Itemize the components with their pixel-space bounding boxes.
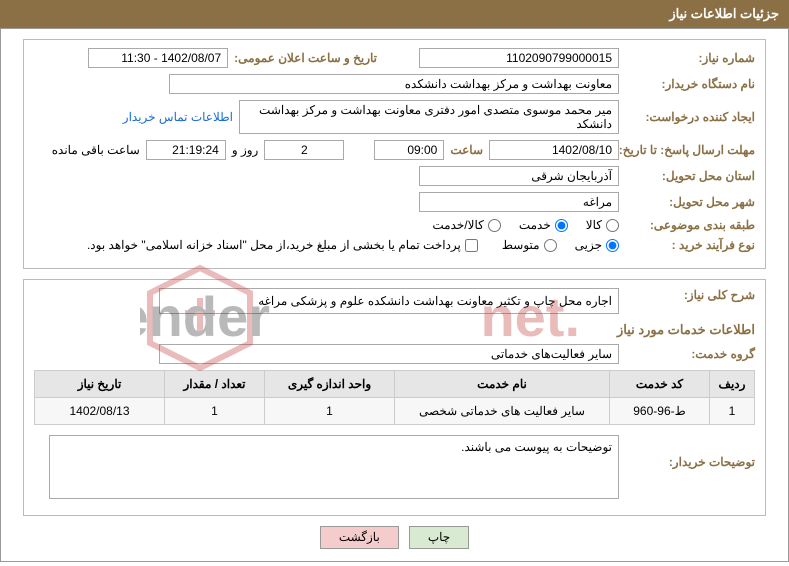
payment-checkbox[interactable]	[465, 239, 478, 252]
days-and-text: روز و	[232, 143, 259, 157]
cell-code: ط-96-960	[610, 398, 710, 425]
requester-field: میر محمد موسوی متصدی امور دفتری معاونت ب…	[239, 100, 619, 134]
cell-qty: 1	[165, 398, 265, 425]
radio-minor-input[interactable]	[606, 239, 619, 252]
print-button[interactable]: چاپ	[409, 526, 469, 549]
th-qty: تعداد / مقدار	[165, 371, 265, 398]
payment-checkbox-wrap[interactable]: پرداخت تمام یا بخشی از مبلغ خرید،از محل …	[87, 238, 478, 252]
services-title: اطلاعات خدمات مورد نیاز	[34, 322, 755, 338]
services-table: ردیف کد خدمت نام خدمت واحد اندازه گیری ت…	[34, 370, 755, 425]
deadline-label: مهلت ارسال پاسخ: تا تاریخ:	[625, 143, 755, 157]
radio-moderate-input[interactable]	[544, 239, 557, 252]
buyer-org-label: نام دستگاه خریدار:	[625, 77, 755, 91]
radio-goods-service-input[interactable]	[488, 219, 501, 232]
cell-name: سایر فعالیت های خدماتی شخصی	[395, 398, 610, 425]
city-field: مراغه	[419, 192, 619, 212]
radio-moderate[interactable]: متوسط	[502, 238, 557, 252]
th-unit: واحد اندازه گیری	[265, 371, 395, 398]
page-header: جزئیات اطلاعات نیاز	[0, 0, 789, 28]
pub-date-label: تاریخ و ساعت اعلان عمومی:	[234, 51, 377, 65]
th-date: تاریخ نیاز	[35, 371, 165, 398]
th-name: نام خدمت	[395, 371, 610, 398]
province-field: آذربایجان شرقی	[419, 166, 619, 186]
table-header-row: ردیف کد خدمت نام خدمت واحد اندازه گیری ت…	[35, 371, 755, 398]
cell-unit: 1	[265, 398, 395, 425]
explain-label: توضیحات خریدار:	[625, 435, 755, 469]
buyer-org-field: معاونت بهداشت و مرکز بهداشت دانشکده	[169, 74, 619, 94]
payment-note: پرداخت تمام یا بخشی از مبلغ خرید،از محل …	[87, 238, 461, 252]
th-row: ردیف	[710, 371, 755, 398]
need-no-label: شماره نیاز:	[625, 51, 755, 65]
cell-date: 1402/08/13	[35, 398, 165, 425]
subject-class-label: طبقه بندی موضوعی:	[625, 218, 755, 232]
main-info-section: شماره نیاز: 1102090799000015 تاریخ و ساع…	[23, 39, 766, 269]
buyer-contact-link[interactable]: اطلاعات تماس خریدار	[123, 110, 233, 124]
back-button[interactable]: بازگشت	[320, 526, 399, 549]
remaining-label: ساعت باقی مانده	[52, 143, 140, 157]
button-row: چاپ بازگشت	[1, 526, 788, 549]
radio-service[interactable]: خدمت	[519, 218, 568, 232]
cell-row: 1	[710, 398, 755, 425]
pub-date-field: 1402/08/07 - 11:30	[88, 48, 228, 68]
radio-minor[interactable]: جزیی	[575, 238, 619, 252]
radio-goods-input[interactable]	[606, 219, 619, 232]
th-code: کد خدمت	[610, 371, 710, 398]
process-group: جزیی متوسط	[502, 238, 619, 252]
deadline-time-field: 09:00	[374, 140, 444, 160]
table-row: 1 ط-96-960 سایر فعالیت های خدماتی شخصی 1…	[35, 398, 755, 425]
deadline-date-field: 1402/08/10	[489, 140, 619, 160]
outer-frame: AriaTender .net شماره نیاز: 110209079900…	[0, 28, 789, 562]
explain-field: توضیحات به پیوست می باشند.	[49, 435, 619, 499]
need-no-field: 1102090799000015	[419, 48, 619, 68]
overview-field: اجاره محل چاپ و تکثیر معاونت بهداشت دانش…	[159, 288, 619, 314]
radio-goods-service[interactable]: کالا/خدمت	[432, 218, 500, 232]
service-group-field: سایر فعالیت‌های خدماتی	[159, 344, 619, 364]
requester-label: ایجاد کننده درخواست:	[625, 110, 755, 124]
province-label: استان محل تحویل:	[625, 169, 755, 183]
page-title: جزئیات اطلاعات نیاز	[669, 6, 779, 21]
overview-label: شرح کلی نیاز:	[625, 288, 755, 302]
services-section: شرح کلی نیاز: اجاره محل چاپ و تکثیر معاو…	[23, 279, 766, 516]
city-label: شهر محل تحویل:	[625, 195, 755, 209]
days-count-field: 2	[264, 140, 344, 160]
process-label: نوع فرآیند خرید :	[625, 238, 755, 252]
remaining-time-field: 21:19:24	[146, 140, 226, 160]
service-group-label: گروه خدمت:	[625, 347, 755, 361]
subject-class-group: کالا خدمت کالا/خدمت	[432, 218, 619, 232]
time-label: ساعت	[450, 143, 483, 157]
radio-service-input[interactable]	[555, 219, 568, 232]
radio-goods[interactable]: کالا	[586, 218, 619, 232]
